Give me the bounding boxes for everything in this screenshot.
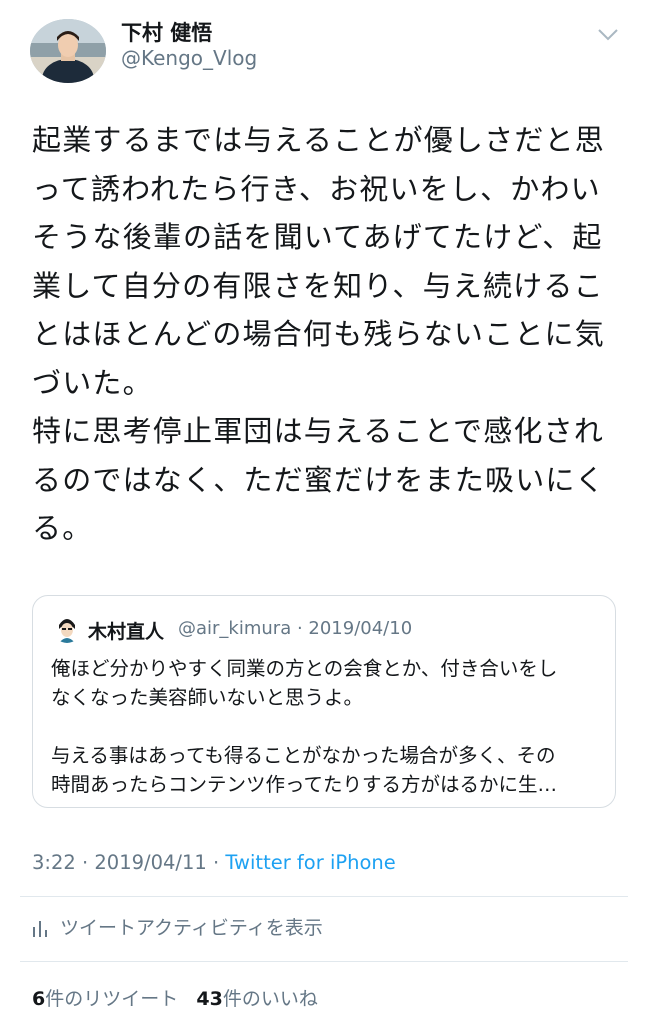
- quoted-line: 俺ほど分かりやすく同業の方との会食とか、付き合いをし: [51, 657, 558, 680]
- tweet-activity-label: ツイートアクティビティを表示: [60, 917, 323, 939]
- tweet-line: る。: [32, 511, 93, 545]
- quoted-handle-date: @air_kimura · 2019/04/10: [178, 618, 413, 639]
- tweet-source-link[interactable]: Twitter for iPhone: [225, 851, 395, 874]
- divider: [20, 896, 628, 897]
- tweet-meta: 3:22 · 2019/04/11 · Twitter for iPhone: [32, 851, 396, 874]
- tweet-activity-link[interactable]: ツイートアクティビティを表示: [32, 913, 323, 940]
- tweet-stats: 6件のリツイート 43件のいいね: [32, 984, 318, 1011]
- tweet-line: そうな後輩の話を聞いてあげてたけど、起: [32, 220, 603, 254]
- quoted-tweet[interactable]: 木村直人 @air_kimura · 2019/04/10 俺ほど分かりやすく同…: [32, 595, 616, 808]
- chevron-down-icon[interactable]: [597, 27, 619, 41]
- tweet-time-date: 3:22 · 2019/04/11 ·: [32, 851, 226, 874]
- tweet-line: づいた。: [32, 365, 153, 400]
- tweet-line: とはほとんどの場合何も残らないことに気: [32, 317, 605, 351]
- retweet-label: 件のリツイート: [45, 988, 179, 1010]
- retweet-count: 6: [32, 988, 46, 1010]
- tweet-line: 起業するまでは与えることが優しさだと思: [32, 123, 605, 157]
- like-stat[interactable]: 43件のいいね: [196, 988, 317, 1010]
- tweet-line: 特に思考停止軍団は与えることで感化され: [32, 414, 605, 448]
- tweet-line: って誘われたら行き、お祝いをし、かわい: [32, 171, 601, 206]
- quoted-line: なくなった美容師いないと思うよ。: [51, 686, 364, 709]
- author-avatar[interactable]: [30, 19, 106, 83]
- retweet-stat[interactable]: 6件のリツイート: [32, 988, 178, 1010]
- tweet-text: 起業するまでは与えることが優しさだと思 って誘われたら行き、お祝いをし、かわい …: [32, 116, 626, 553]
- author-handle[interactable]: @Kengo_Vlog: [121, 46, 257, 70]
- tweet-line: 業して自分の有限さを知り、与え続けるこ: [32, 268, 604, 303]
- quoted-author-name: 木村直人: [88, 621, 165, 643]
- tweet-line: るのではなく、ただ蜜だけをまた吸いにく: [32, 462, 606, 497]
- like-label: 件のいいね: [222, 988, 318, 1010]
- quoted-line: 与える事はあっても得ることがなかった場合が多く、その: [51, 744, 556, 767]
- like-count: 43: [196, 988, 223, 1010]
- bar-chart-icon: [33, 921, 47, 937]
- quoted-blank-line: [51, 712, 611, 741]
- divider: [20, 961, 628, 962]
- quoted-text: 俺ほど分かりやすく同業の方との会食とか、付き合いをし なくなった美容師いないと思…: [51, 654, 611, 799]
- quoted-avatar: [53, 615, 81, 643]
- author-name[interactable]: 下村 健悟: [121, 17, 212, 47]
- quoted-line: 時間あったらコンテンツ作ってたりする方がはるかに生…: [51, 773, 558, 796]
